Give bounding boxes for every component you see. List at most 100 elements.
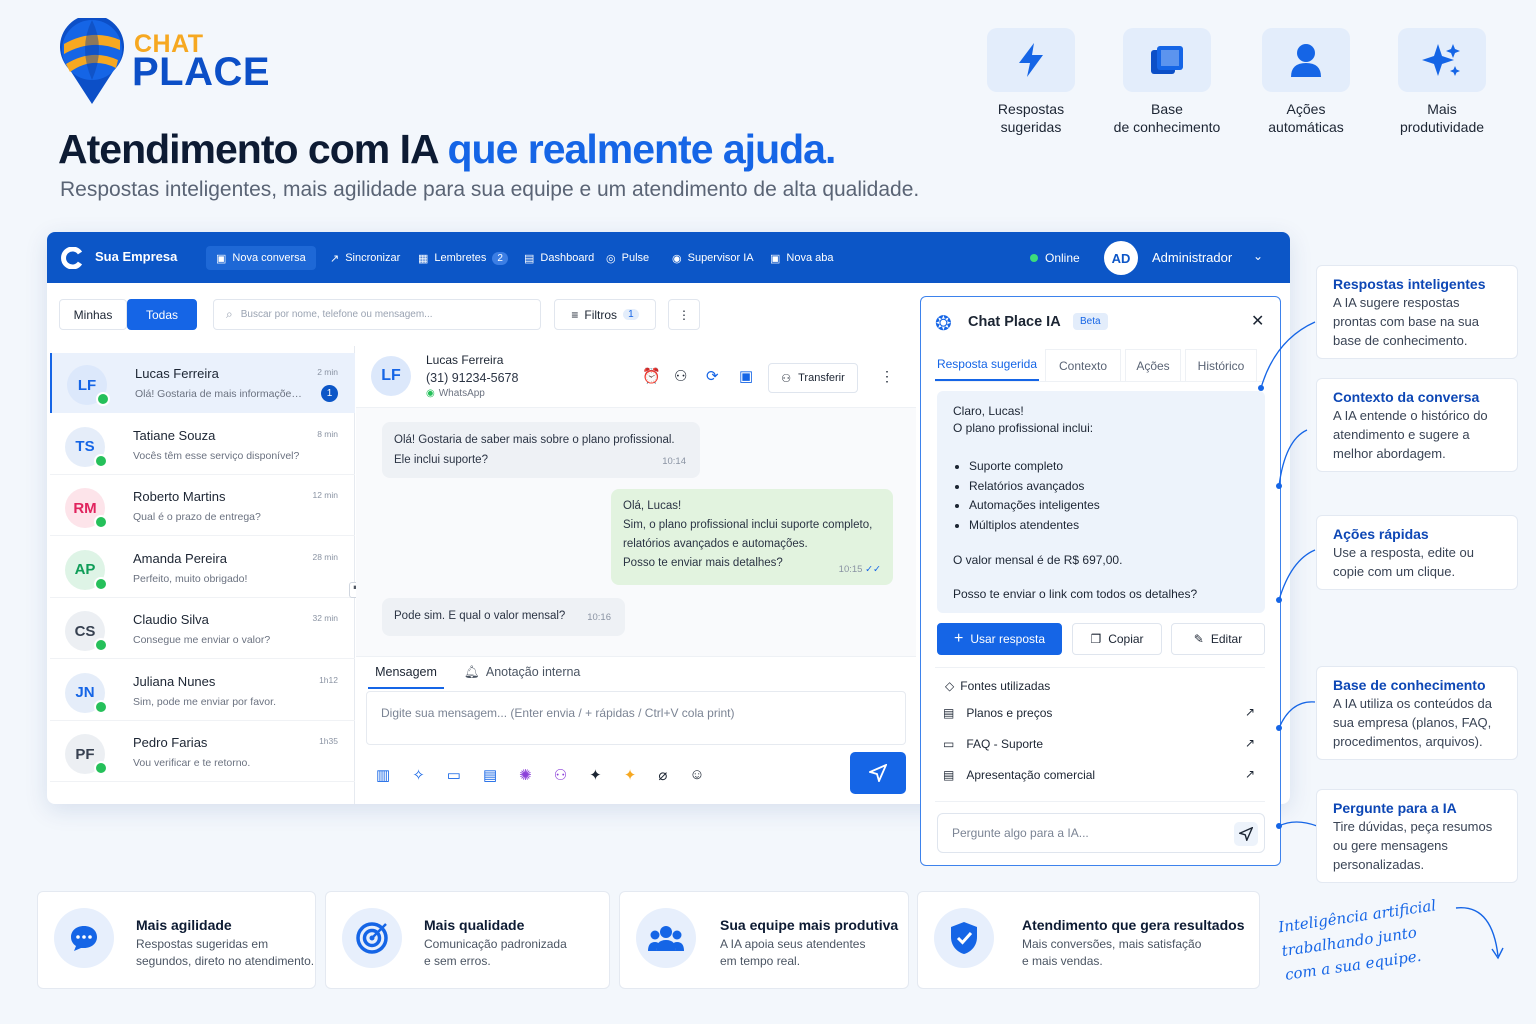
page-subheadline: Respostas inteligentes, mais agilidade p… — [60, 178, 920, 201]
last-message: Consegue me enviar o valor? — [133, 634, 271, 646]
double-check-icon: ✓✓ — [865, 564, 881, 575]
chat-bubble-icon — [54, 908, 114, 968]
feature-label: sugeridas — [1000, 119, 1062, 135]
message-incoming: Olá! Gostaria de saber mais sobre o plan… — [382, 422, 700, 478]
screen-icon[interactable]: ▣ — [739, 367, 753, 385]
benefit-title: Atendimento que gera resultados — [1022, 917, 1245, 933]
alarm-icon[interactable]: ⏰ — [642, 367, 661, 385]
tab-minhas[interactable]: Minhas — [59, 299, 127, 330]
nav-pulse[interactable]: ◎ Pulse — [596, 246, 659, 270]
edit-button[interactable]: ✎ Editar — [1171, 623, 1265, 655]
message-input[interactable]: Digite sua mensagem... (Enter envia / + … — [366, 691, 906, 745]
dashboard-icon: ▤ — [524, 252, 535, 265]
folder-upload-icon[interactable]: ▤ — [483, 766, 497, 784]
tab-anotacao-interna[interactable]: 🔔︎ Anotação interna — [464, 665, 580, 680]
message-text: Pode sim. E qual o valor mensal? — [394, 610, 566, 622]
tab-contexto[interactable]: Contexto — [1045, 349, 1121, 381]
source-item[interactable]: ▭ FAQ - Suporte — [943, 737, 1043, 751]
ask-ai-placeholder: Pergunte algo para a IA... — [952, 826, 1089, 840]
external-link-icon[interactable]: ↗ — [1245, 736, 1255, 750]
sync-icon[interactable]: ⟳ — [706, 367, 719, 385]
benefit-results: Atendimento que gera resultados Mais con… — [917, 891, 1260, 989]
source-item[interactable]: ▤ Planos e preços — [943, 706, 1052, 720]
more-options-icon[interactable]: ⋮ — [668, 299, 700, 330]
feature-label: de conhecimento — [1113, 119, 1221, 135]
benefit-agility: Mais agilidade Respostas sugeridas em seg… — [37, 891, 316, 989]
emoji-icon[interactable]: ☺ — [689, 766, 704, 784]
external-link-icon[interactable]: ↗ — [1245, 767, 1255, 781]
bell-icon: 🔔︎ — [464, 665, 480, 679]
transfer-button[interactable]: ⚇ Transferir — [768, 363, 858, 393]
filters-button[interactable]: ≡ Filtros 1 — [554, 299, 656, 330]
conversation-item[interactable]: PF Pedro Farias Vou verificar e te retorno… — [50, 722, 355, 782]
benefit-desc: Comunicação padronizada — [424, 937, 567, 951]
unread-badge: 1 — [321, 385, 338, 402]
contact-icon[interactable]: ⚇ — [554, 766, 567, 784]
message-time: 10:14 — [662, 456, 686, 467]
ask-ai-input[interactable]: Pergunte algo para a IA... — [937, 813, 1265, 853]
nav-label: Nova conversa — [232, 252, 306, 264]
flow-icon[interactable]: ✺ — [519, 766, 532, 784]
chart-icon[interactable]: ▥ — [376, 766, 390, 784]
reply-text: O valor mensal é de R$ 697,00. — [953, 552, 1123, 567]
tab-mensagem[interactable]: Mensagem — [368, 665, 444, 689]
benefit-title: Sua equipe mais produtiva — [720, 917, 899, 933]
conversation-item[interactable]: JN Juliana Nunes Sim, pode me enviar por f… — [50, 661, 355, 721]
copy-button[interactable]: ❐ Copiar — [1072, 623, 1162, 655]
reminders-badge: 2 — [492, 251, 508, 265]
tab-todas[interactable]: Todas — [127, 299, 197, 330]
callout-desc: A IA sugere respostas prontas com base n… — [1333, 295, 1479, 348]
nav-sync[interactable]: ↗ Sincronizar — [320, 246, 410, 270]
chat-more-icon[interactable]: ⋮ — [880, 368, 894, 385]
tab-icon: ▣ — [770, 252, 781, 265]
logo-text-place: PLACE — [132, 50, 271, 94]
send-button[interactable] — [850, 752, 906, 794]
external-link-icon[interactable]: ↗ — [1245, 705, 1255, 719]
conversation-item[interactable]: LF Lucas Ferreira Olá! Gostaria de mais in… — [50, 353, 355, 413]
ai-sparkle-icon[interactable]: ✦ — [589, 766, 602, 784]
nav-reminders[interactable]: ▦ Lembretes 2 — [408, 246, 518, 270]
feature-label: Mais — [1427, 101, 1457, 117]
message-time: 8 min — [317, 428, 338, 439]
folder-icon[interactable]: ▭ — [447, 766, 461, 784]
conversation-item[interactable]: RM Roberto Martins Qual é o prazo de entre… — [50, 476, 355, 536]
user-name[interactable]: Administrador — [1152, 250, 1232, 265]
company-name: Sua Empresa — [95, 249, 178, 264]
status-online[interactable]: Online — [1045, 251, 1080, 265]
nav-new-conversation[interactable]: ▣ Nova conversa — [206, 246, 316, 270]
contact-name: Lucas Ferreira — [426, 353, 504, 367]
calendar-icon: ▦ — [418, 252, 429, 265]
conversation-item[interactable]: CS Claudio Silva Consegue me enviar o valo… — [50, 599, 355, 659]
conversation-list: LF Lucas Ferreira Olá! Gostaria de mais in… — [47, 346, 355, 804]
nav-label: Nova aba — [786, 252, 834, 264]
conversation-item[interactable]: AP Amanda Pereira Perfeito, muito obrigado… — [50, 538, 355, 598]
callout-title: Pergunte para a IA — [1333, 800, 1457, 816]
nav-dashboard[interactable]: ▤ Dashboard — [514, 246, 604, 270]
tab-resposta-sugerida[interactable]: Resposta sugerida — [935, 349, 1039, 381]
magic-wand-icon[interactable]: ✧ — [412, 766, 425, 784]
search-input[interactable]: ⌕ Buscar por nome, telefone ou mensagem.… — [213, 299, 541, 330]
callout-connectors — [1258, 321, 1318, 829]
nav-new-tab[interactable]: ▣ Nova aba — [760, 246, 844, 270]
message-text: Sim, o plano profissional inclui suporte… — [623, 519, 873, 531]
benefit-title: Mais qualidade — [424, 917, 525, 933]
attachment-icon[interactable]: ⌀ — [658, 766, 667, 784]
message-time: 12 min — [312, 490, 338, 500]
chevron-down-icon[interactable]: ⌄ — [1253, 249, 1263, 263]
source-item[interactable]: ▤ Apresentação comercial — [943, 768, 1095, 782]
nav-supervisor-ai[interactable]: ◉ Supervisor IA — [662, 246, 764, 270]
contact-name: Juliana Nunes — [133, 673, 216, 689]
contact-phone: (31) 91234-5678 — [426, 371, 519, 385]
use-reply-button[interactable]: + Usar resposta — [937, 623, 1062, 655]
user-avatar[interactable]: AD — [1104, 241, 1138, 275]
tab-historico[interactable]: Histórico — [1185, 349, 1257, 381]
callout-smart-replies: Respostas inteligentes A IA sugere respos… — [1316, 265, 1518, 359]
add-user-icon[interactable]: ⚇ — [674, 367, 687, 385]
tab-acoes[interactable]: Ações — [1125, 349, 1181, 381]
star-sparkle-icon[interactable]: ✦ — [624, 766, 637, 784]
book-open-icon: ▭ — [943, 737, 955, 751]
message-time: 2 min — [317, 367, 338, 377]
callout-context: Contexto da conversa A IA entende o histó… — [1316, 378, 1518, 472]
conversation-item[interactable]: TS Tatiane Souza Vocês têm esse serviço di… — [50, 415, 355, 475]
source-label: Planos e preços — [966, 706, 1053, 720]
